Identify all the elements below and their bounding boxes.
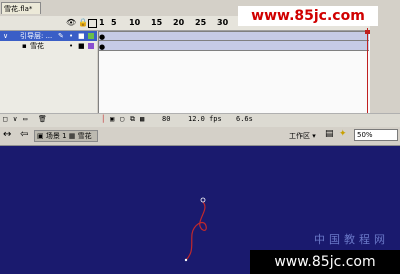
frame-number: 10 xyxy=(129,18,141,27)
layer-row-snowflake[interactable]: ▪ 雪花 • ■ xyxy=(0,41,97,51)
back-arrow-icon[interactable]: ⇦ xyxy=(20,129,28,140)
timeline-toggle-icon[interactable]: ↔ xyxy=(3,129,11,140)
layer-name: 雪花 xyxy=(30,42,44,50)
frame-number: 1 xyxy=(99,18,105,27)
eye-icon[interactable]: 👁 xyxy=(66,18,76,28)
edit-symbol-icon[interactable]: ✦ xyxy=(339,129,347,139)
frame-number: 30 xyxy=(217,18,229,27)
onion-skin-icon[interactable]: ▣ xyxy=(110,114,114,125)
onion-markers-icon[interactable]: ▩ xyxy=(140,114,144,125)
frame-number: 15 xyxy=(151,18,163,27)
symbol-link[interactable]: 雪花 xyxy=(78,132,92,140)
add-layer-icon[interactable]: □ xyxy=(3,114,7,125)
pencil-icon: ✎ xyxy=(58,32,64,40)
center-frame-icon[interactable]: │ xyxy=(101,114,105,125)
add-guide-icon[interactable]: ∨ xyxy=(13,114,17,125)
visible-dot-icon[interactable]: • xyxy=(69,31,73,41)
keyframe-dot-icon: ● xyxy=(99,33,106,41)
timeline-right-margin xyxy=(370,16,400,113)
motion-anchor-icon xyxy=(200,197,206,203)
elapsed-time: 6.6s xyxy=(236,115,253,123)
scene-link[interactable]: 场景 1 xyxy=(46,132,67,140)
zoom-input[interactable]: 50% xyxy=(354,129,398,141)
outline-color-icon[interactable] xyxy=(88,33,94,39)
motion-end-icon xyxy=(184,258,188,262)
frame-rate: 12.0 fps xyxy=(188,115,222,123)
watermark-chinese: 中国教程网 xyxy=(314,233,389,246)
chevron-down-icon: ▾ xyxy=(312,132,316,140)
current-frame: 80 xyxy=(162,115,171,123)
layer-list-empty xyxy=(0,51,97,113)
outline-icon[interactable] xyxy=(88,19,97,28)
document-tab[interactable]: 雪花.fla* xyxy=(1,2,41,14)
frame-number: 25 xyxy=(195,18,207,27)
add-folder-icon[interactable]: ▭ xyxy=(23,114,27,125)
scene-icon: ▣ xyxy=(37,132,44,140)
lock-icon[interactable]: 🔒 xyxy=(78,18,88,28)
visible-dot-icon[interactable]: • xyxy=(69,41,73,51)
frame-span-guide[interactable] xyxy=(99,31,369,41)
onion-outline-icon[interactable]: ▢ xyxy=(120,114,124,125)
lock-icon[interactable]: ■ xyxy=(78,31,85,41)
keyframe-dot-icon: ● xyxy=(99,43,106,51)
guide-layer-icon: ∨ xyxy=(3,32,9,40)
workspace-dropdown[interactable]: 工作区 ▾ xyxy=(289,131,316,141)
frame-span-snowflake[interactable] xyxy=(99,41,369,51)
frame-number: 20 xyxy=(173,18,185,27)
frame-number: 5 xyxy=(111,18,117,27)
layer-icon: ▪ xyxy=(22,42,27,50)
watermark-top: www.85jc.com xyxy=(238,6,378,26)
playhead[interactable] xyxy=(367,28,368,115)
watermark-bottom: www.85jc.com xyxy=(250,250,400,274)
symbol-icon: ▦ xyxy=(68,132,76,140)
edit-multiple-icon[interactable]: ⧉ xyxy=(130,114,135,125)
lock-icon[interactable]: ■ xyxy=(78,41,85,51)
layer-name: 引导层: ... xyxy=(20,32,53,40)
edit-scene-icon[interactable]: ▤ xyxy=(325,129,334,139)
breadcrumb: ▣ 场景 1 ▦ 雪花 xyxy=(34,130,98,142)
outline-color-icon[interactable] xyxy=(88,43,94,49)
delete-layer-icon[interactable]: 🗑 xyxy=(38,114,47,125)
layer-row-guide[interactable]: ∨ 引导层: ... ✎ • ■ xyxy=(0,31,97,41)
